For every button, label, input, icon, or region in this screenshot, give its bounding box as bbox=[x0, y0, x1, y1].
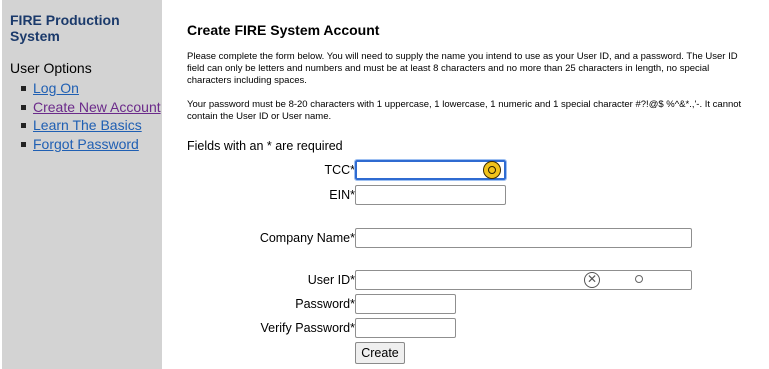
forgot-password-link[interactable]: Forgot Password bbox=[33, 136, 139, 152]
sidebar-item-create-account: Create New Account bbox=[20, 99, 161, 118]
verify-password-label: Verify Password* bbox=[260, 321, 355, 335]
create-new-account-link[interactable]: Create New Account bbox=[33, 99, 161, 115]
password-label: Password* bbox=[295, 297, 355, 311]
log-on-link[interactable]: Log On bbox=[33, 80, 79, 96]
company-row: Company Name* bbox=[187, 228, 762, 250]
learn-the-basics-link[interactable]: Learn The Basics bbox=[33, 117, 142, 133]
ein-row: EIN* bbox=[187, 185, 762, 207]
sidebar-item-forgot-password: Forgot Password bbox=[20, 136, 161, 155]
page-title: Create FIRE System Account bbox=[187, 22, 380, 38]
ein-label: EIN* bbox=[329, 188, 355, 202]
password-manager-icon[interactable] bbox=[483, 161, 501, 179]
verify-password-input[interactable] bbox=[355, 318, 456, 338]
userid-row: User ID* ✕ bbox=[187, 270, 762, 292]
company-name-label: Company Name* bbox=[259, 231, 355, 245]
user-id-label: User ID* bbox=[307, 273, 355, 287]
verify-password-row: Verify Password* bbox=[187, 318, 762, 340]
user-options-heading: User Options bbox=[10, 60, 92, 76]
circle-icon bbox=[635, 275, 643, 283]
intro-text: Please complete the form below. You will… bbox=[187, 51, 738, 87]
clear-icon[interactable]: ✕ bbox=[584, 272, 600, 288]
password-input[interactable] bbox=[355, 294, 456, 314]
ein-input[interactable] bbox=[355, 185, 506, 205]
password-requirements: Your password must be 8-20 characters wi… bbox=[187, 99, 742, 123]
tcc-row: TCC* bbox=[187, 159, 762, 182]
sidebar-item-learn-basics: Learn The Basics bbox=[20, 117, 161, 136]
required-fields-note: Fields with an * are required bbox=[187, 139, 343, 153]
password-row: Password* bbox=[187, 294, 762, 316]
tcc-label: TCC* bbox=[324, 163, 355, 177]
create-button[interactable]: Create bbox=[355, 342, 405, 364]
user-options-list: Log On Create New Account Learn The Basi… bbox=[20, 80, 161, 155]
company-name-input[interactable] bbox=[355, 228, 692, 248]
sidebar: FIRE Production System User Options Log … bbox=[2, 0, 162, 369]
sidebar-brand: FIRE Production System bbox=[10, 12, 120, 44]
sidebar-item-log-on: Log On bbox=[20, 80, 161, 99]
